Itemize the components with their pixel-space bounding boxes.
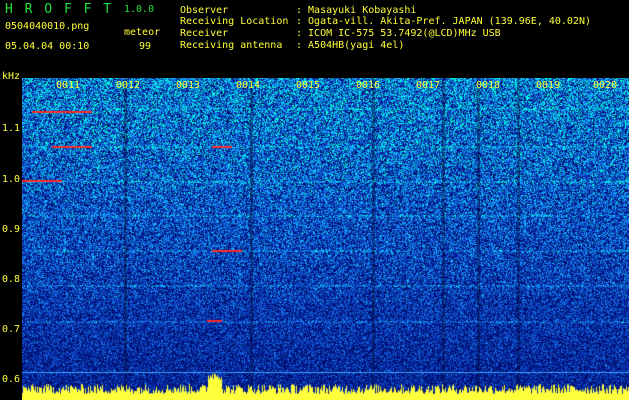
y-tick-0-7: 0.7 xyxy=(2,324,21,335)
count-label: 99 xyxy=(139,41,152,52)
x-tick-0012: 0012 xyxy=(116,80,141,91)
antenna-label: Receiving antenna xyxy=(180,40,283,51)
receiver-label: Receiver xyxy=(180,28,229,39)
x-tick-0016: 0016 xyxy=(356,80,381,91)
location-value: : Ogata-vill. Akita-Pref. JAPAN (139.96E… xyxy=(296,16,592,27)
x-tick-0013: 0013 xyxy=(176,80,201,91)
x-tick-0020: 0020 xyxy=(593,80,618,91)
x-tick-0018: 0018 xyxy=(476,80,501,91)
spectrogram xyxy=(22,78,629,400)
x-tick-0019: 0019 xyxy=(536,80,561,91)
y-tick-1-1: 1.1 xyxy=(2,123,21,134)
datetime-label: 05.04.04 00:10 xyxy=(5,41,90,52)
filename-label: 0504040010.png xyxy=(5,21,90,32)
location-label: Receiving Location xyxy=(180,16,289,27)
x-tick-0011: 0011 xyxy=(56,80,81,91)
mode-label: meteor xyxy=(124,27,161,38)
y-tick-0-8: 0.8 xyxy=(2,274,21,285)
x-tick-0014: 0014 xyxy=(236,80,261,91)
x-tick-0017: 0017 xyxy=(416,80,441,91)
y-tick-1-0: 1.0 xyxy=(2,174,21,185)
hrofft-window: H R O F F T 1.0.0 0504040010.png meteor … xyxy=(0,0,629,400)
antenna-value: : A504HB(yagi 4el) xyxy=(296,40,405,51)
observer-label: Observer xyxy=(180,5,229,16)
app-version: 1.0.0 xyxy=(124,4,155,15)
y-tick-0-6: 0.6 xyxy=(2,374,21,385)
y-axis-unit: kHz xyxy=(2,71,21,82)
y-tick-0-9: 0.9 xyxy=(2,224,21,235)
receiver-value: : ICOM IC-575 53.7492(@LCD)MHz USB xyxy=(296,28,501,39)
app-name: H R O F F T xyxy=(5,2,114,17)
observer-value: : Masayuki Kobayashi xyxy=(296,5,417,16)
x-tick-0015: 0015 xyxy=(296,80,321,91)
